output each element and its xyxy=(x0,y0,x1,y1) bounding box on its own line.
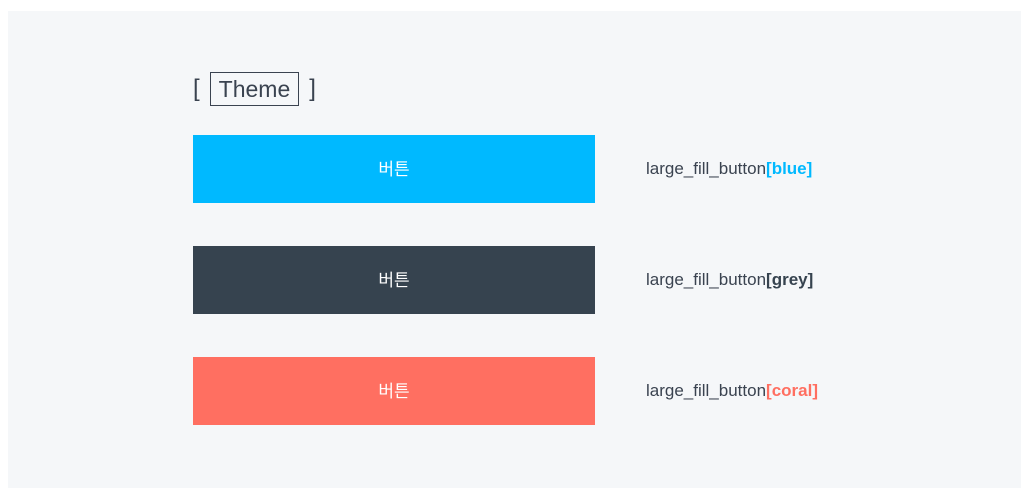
button-spec-label-grey: large_fill_button [grey] xyxy=(646,246,813,314)
button-spec-label-blue: large_fill_button [blue] xyxy=(646,135,812,203)
section-heading: [ Theme ] xyxy=(193,72,316,106)
close-bracket: ] xyxy=(309,75,316,102)
variant-tag: [grey] xyxy=(766,270,814,289)
large-fill-button-blue[interactable]: 버튼 xyxy=(193,135,595,203)
variant-tag: [blue] xyxy=(766,159,813,178)
component-name: large_fill_button xyxy=(646,159,767,178)
button-row-blue: 버튼 large_fill_button [blue] xyxy=(193,135,893,203)
component-name: large_fill_button xyxy=(646,381,767,400)
component-name: large_fill_button xyxy=(646,270,767,289)
button-row-grey: 버튼 large_fill_button [grey] xyxy=(193,246,893,314)
variant-tag: [coral] xyxy=(766,381,818,400)
button-row-coral: 버튼 large_fill_button [coral] xyxy=(193,357,893,425)
button-spec-label-coral: large_fill_button [coral] xyxy=(646,357,818,425)
canvas: [ Theme ] 버튼 large_fill_button [blue] 버튼… xyxy=(8,11,1021,488)
theme-title: Theme xyxy=(209,72,300,106)
open-bracket: [ xyxy=(193,75,200,102)
large-fill-button-coral[interactable]: 버튼 xyxy=(193,357,595,425)
large-fill-button-grey[interactable]: 버튼 xyxy=(193,246,595,314)
